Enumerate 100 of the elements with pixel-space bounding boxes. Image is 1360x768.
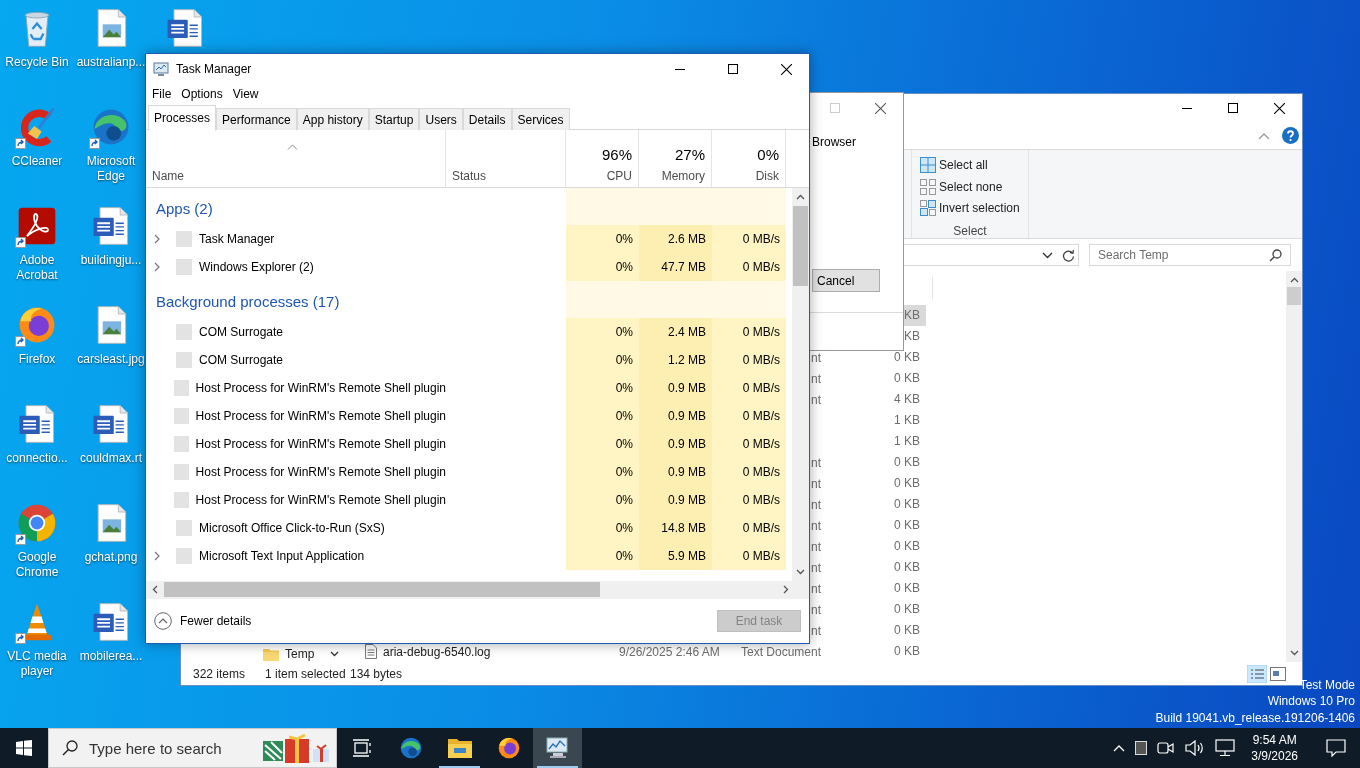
search-icon [1269, 249, 1282, 262]
search-field[interactable]: Search Temp [1089, 244, 1291, 266]
file-size[interactable]: 0 KB [888, 536, 926, 557]
file-size[interactable]: 0 KB [888, 452, 926, 473]
menu-item[interactable]: File [147, 84, 177, 104]
close-icon [1273, 102, 1285, 114]
scroll-thumb[interactable] [164, 582, 600, 597]
process-row[interactable]: Host Process for WinRM's Remote Shell plugin 0% 0.9 MB 0 MB/s [146, 374, 792, 402]
scroll-thumb[interactable] [793, 206, 808, 286]
file-size[interactable]: 0 KB [888, 641, 926, 662]
process-icon [176, 352, 192, 368]
scroll-left-icon[interactable] [152, 585, 158, 594]
file-size[interactable]: 0 KB [888, 347, 926, 368]
help-icon[interactable] [1282, 127, 1299, 144]
tab[interactable]: Users [419, 108, 463, 130]
chevron-right-icon[interactable] [154, 234, 160, 244]
column-header[interactable]: 96% CPU [566, 130, 639, 187]
process-icon [176, 259, 192, 275]
clock-time: 9:54 AM [1252, 732, 1297, 748]
nav-item[interactable]: Temp [285, 647, 315, 661]
fewer-details-link[interactable]: Fewer details [154, 612, 252, 630]
process-row[interactable]: Host Process for WinRM's Remote Shell plugin 0% 0.9 MB 0 MB/s [146, 402, 792, 430]
maximize-icon [1228, 103, 1238, 113]
file-size[interactable]: 1 KB [888, 410, 926, 431]
file-name: aria-debug-6540.log [383, 644, 491, 659]
scroll-up-icon[interactable] [1289, 277, 1299, 283]
item-count: 322 items [193, 666, 247, 681]
file-type: Text Document [740, 644, 821, 659]
process-row[interactable]: Host Process for WinRM's Remote Shell plugin 0% 0.9 MB 0 MB/s [146, 486, 792, 514]
chevron-down-icon[interactable] [330, 651, 340, 657]
tab[interactable]: Details [462, 108, 512, 130]
file-size[interactable]: 0 KB [888, 515, 926, 536]
volume-icon[interactable] [1185, 740, 1206, 756]
scrollbar[interactable] [146, 581, 809, 598]
clock[interactable]: 9:54 AM 3/9/2026 [1251, 732, 1298, 764]
ribbon-command[interactable]: Select all [920, 154, 1020, 176]
chevron-down-icon[interactable] [1042, 251, 1053, 259]
tab[interactable]: Performance [216, 108, 297, 130]
scrollbar[interactable] [792, 188, 809, 581]
file-size[interactable]: 0 KB [888, 620, 926, 641]
network-icon[interactable] [1215, 739, 1236, 757]
table-cell: 0% [566, 346, 639, 374]
tab[interactable]: Startup [368, 108, 420, 130]
usage-percent: 27% [674, 146, 705, 163]
tab[interactable]: Processes [148, 105, 217, 131]
scroll-right-icon[interactable] [783, 585, 789, 594]
ribbon-command[interactable]: Invert selection [920, 197, 1020, 219]
scrollbar[interactable] [1286, 271, 1302, 662]
process-row[interactable]: Host Process for WinRM's Remote Shell plugin 0% 0.9 MB 0 MB/s [146, 458, 792, 486]
table-cell: 0% [566, 486, 639, 514]
file-size[interactable]: 0 KB [888, 578, 926, 599]
menu-item[interactable]: View [227, 84, 264, 104]
table-cell: 47.7 MB [639, 253, 712, 281]
file-size[interactable]: 0 KB [888, 599, 926, 620]
close-icon[interactable] [875, 102, 886, 114]
chevron-right-icon[interactable] [154, 262, 160, 272]
process-row[interactable]: COM Surrogate 0% 2.4 MB 0 MB/s [146, 318, 792, 346]
menu-item[interactable]: Options [176, 84, 228, 104]
process-icon [174, 492, 189, 508]
ribbon-command[interactable]: Select none [920, 175, 1020, 198]
file-size[interactable]: 0 KB [888, 473, 926, 494]
process-row[interactable]: Host Process for WinRM's Remote Shell plugin 0% 0.9 MB 0 MB/s [146, 430, 792, 458]
tab[interactable]: App history [296, 108, 369, 130]
scroll-down-icon[interactable] [796, 569, 805, 575]
tab[interactable]: Services [511, 108, 570, 130]
process-row[interactable]: Task Manager 0% 2.6 MB 0 MB/s [146, 225, 792, 253]
table-cell: 0% [566, 225, 639, 253]
chevron-right-icon[interactable] [154, 551, 160, 561]
file-size[interactable]: 0 KB [888, 557, 926, 578]
column-header[interactable]: 0% Disk [712, 130, 786, 187]
notification-icon[interactable] [1326, 739, 1346, 757]
column-header[interactable]: 27% Memory [639, 130, 712, 187]
table-cell: 0% [566, 430, 639, 458]
taskbar-app-button[interactable] [533, 728, 582, 768]
cancel-button[interactable]: Cancel [812, 269, 880, 292]
file-type: nt [811, 455, 821, 470]
grid-square-icon[interactable] [1135, 741, 1148, 755]
maximize-icon [728, 64, 738, 74]
process-row[interactable]: Microsoft Text Input Application 0% 5.9 MB 0 MB/s [146, 542, 792, 570]
file-size[interactable]: 4 KB [888, 389, 926, 410]
scroll-thumb[interactable] [1287, 287, 1301, 305]
file-type: nt [811, 581, 821, 596]
process-icon [174, 380, 189, 396]
scroll-down-icon[interactable] [1289, 650, 1299, 656]
refresh-icon[interactable] [1062, 248, 1075, 262]
scroll-up-icon[interactable] [796, 194, 805, 200]
file-size[interactable]: 0 KB [888, 368, 926, 389]
column-header[interactable]: Status [452, 169, 559, 183]
process-name: Microsoft Text Input Application [199, 549, 365, 563]
file-size[interactable]: 0 KB [888, 494, 926, 515]
process-row[interactable]: COM Surrogate 0% 1.2 MB 0 MB/s [146, 346, 792, 374]
column-header[interactable]: Name [152, 169, 184, 183]
details-view-icon[interactable] [1247, 664, 1267, 683]
selection-size: 134 bytes [350, 666, 403, 681]
camera-icon[interactable] [1157, 740, 1176, 756]
process-row[interactable]: Windows Explorer (2) 0% 47.7 MB 0 MB/s [146, 253, 792, 281]
task-view-icon [351, 739, 372, 757]
tiles-view-icon[interactable] [1270, 666, 1286, 681]
process-row[interactable]: Microsoft Office Click-to-Run (SxS) 0% 14.8 MB 0 MB/s [146, 514, 792, 542]
file-size[interactable]: 1 KB [888, 431, 926, 452]
